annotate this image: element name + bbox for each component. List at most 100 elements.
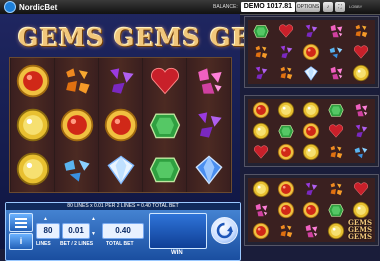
yellow-round-gem-icon xyxy=(11,147,54,191)
pink-pieces-gem-icon xyxy=(187,59,230,103)
yellow-round-gem-icon xyxy=(248,120,273,141)
reel-5 xyxy=(187,58,230,192)
blue-pieces-gem-icon xyxy=(348,141,373,162)
purple-pieces-gem-icon xyxy=(273,41,298,62)
bet-info-text: 80 LINES x 0.01 PER 2 LINES = 0.40 TOTAL… xyxy=(6,203,240,210)
orange-pieces-gem-icon xyxy=(273,220,298,241)
red-round-gem-icon xyxy=(273,199,298,220)
orange-pieces-gem-icon xyxy=(248,41,273,62)
orange-pieces-gem-icon xyxy=(348,20,373,41)
red-round-gem-icon xyxy=(298,41,323,62)
orange-pieces-gem-icon xyxy=(273,62,298,83)
red-heart-gem-icon xyxy=(273,20,298,41)
menu-button[interactable] xyxy=(9,213,33,232)
game-title: GEMS GEMS GEMS xyxy=(18,23,297,52)
reel-1 xyxy=(11,58,54,192)
balance-value: DEMO 1017.81 xyxy=(240,2,295,12)
red-round-gem-icon xyxy=(55,103,98,147)
info-button[interactable]: i xyxy=(9,233,33,250)
orange-pieces-gem-icon xyxy=(323,141,348,162)
game-thumbnail-3[interactable]: GEMS GEMS GEMS xyxy=(244,174,379,246)
red-round-gem-icon xyxy=(248,99,273,120)
purple-pieces-gem-icon xyxy=(187,103,230,147)
fullscreen-icon[interactable]: ⛶ xyxy=(335,2,345,12)
red-heart-gem-icon xyxy=(348,178,373,199)
win-display xyxy=(149,213,207,249)
red-round-gem-icon xyxy=(298,199,323,220)
pink-pieces-gem-icon xyxy=(323,62,348,83)
thumbnail-grid xyxy=(248,99,375,163)
red-heart-gem-icon xyxy=(348,41,373,62)
red-round-gem-icon xyxy=(298,120,323,141)
pink-pieces-gem-icon xyxy=(323,20,348,41)
spin-button[interactable] xyxy=(211,217,238,244)
red-heart-gem-icon xyxy=(248,141,273,162)
bet-field: 0.01 xyxy=(62,223,90,239)
bet-up-arrow-icon[interactable]: ▲ xyxy=(90,216,97,222)
lines-label: LINES xyxy=(36,241,51,247)
thumbnail-logo: GEMS GEMS GEMS xyxy=(347,218,373,241)
white-diamond-gem-icon xyxy=(298,62,323,83)
win-label: WIN xyxy=(171,250,183,256)
yellow-round-gem-icon xyxy=(273,99,298,120)
reel-4 xyxy=(143,58,186,192)
pink-pieces-gem-icon xyxy=(298,220,323,241)
brand-name: NordicBet xyxy=(19,2,58,12)
yellow-round-gem-icon xyxy=(348,199,373,220)
red-round-gem-icon xyxy=(273,178,298,199)
red-round-gem-icon xyxy=(99,103,142,147)
game-area: GEMS GEMS GEMS 80 LINES x 0.01 PER 2 LIN… xyxy=(0,14,297,261)
purple-pieces-gem-icon xyxy=(298,178,323,199)
pink-pieces-gem-icon xyxy=(248,199,273,220)
thumbnail-grid xyxy=(248,20,375,84)
bet-down-arrow-icon[interactable]: ▼ xyxy=(90,231,97,237)
options-button[interactable]: OPTIONS xyxy=(296,2,320,12)
game-thumbnail-2[interactable] xyxy=(244,95,379,167)
game-thumbnail-1[interactable] xyxy=(244,16,379,88)
lines-field: 80 xyxy=(36,223,60,239)
purple-pieces-gem-icon xyxy=(298,20,323,41)
red-heart-gem-icon xyxy=(323,120,348,141)
green-emerald-gem-icon xyxy=(323,199,348,220)
purple-pieces-gem-icon xyxy=(248,62,273,83)
balance-label: BALANCE: xyxy=(213,4,238,10)
lines-up-arrow-icon[interactable]: ▲ xyxy=(42,216,49,222)
red-round-gem-icon xyxy=(11,59,54,103)
purple-pieces-gem-icon xyxy=(348,120,373,141)
green-emerald-gem-icon xyxy=(143,103,186,147)
pink-pieces-gem-icon xyxy=(348,99,373,120)
control-panel: 80 LINES x 0.01 PER 2 LINES = 0.40 TOTAL… xyxy=(5,202,241,261)
yellow-round-gem-icon xyxy=(298,141,323,162)
red-round-gem-icon xyxy=(273,141,298,162)
spin-icon xyxy=(216,222,233,239)
red-round-gem-icon xyxy=(248,220,273,241)
top-bar: NordicBet BALANCE: DEMO 1017.81 OPTIONS … xyxy=(0,0,380,15)
blue-pieces-gem-icon xyxy=(55,147,98,191)
yellow-round-gem-icon xyxy=(298,99,323,120)
reel-3 xyxy=(99,58,142,192)
purple-pieces-gem-icon xyxy=(99,59,142,103)
balance-display: BALANCE: DEMO 1017.81 xyxy=(213,2,295,12)
bet-label: BET / 2 LINES xyxy=(60,241,94,247)
blue-pieces-gem-icon xyxy=(323,41,348,62)
reel-2 xyxy=(55,58,98,192)
total-bet-field: 0.40 xyxy=(102,223,144,239)
green-emerald-gem-icon xyxy=(248,20,273,41)
yellow-round-gem-icon xyxy=(248,178,273,199)
blue-diamond-gem-icon xyxy=(187,147,230,191)
brand-logo[interactable]: NordicBet xyxy=(4,1,57,13)
brand-icon xyxy=(4,1,16,13)
lobby-link[interactable]: LOBBY xyxy=(349,4,362,9)
orange-pieces-gem-icon xyxy=(323,178,348,199)
green-emerald-gem-icon xyxy=(273,120,298,141)
reel-window xyxy=(9,57,232,193)
red-heart-gem-icon xyxy=(143,59,186,103)
yellow-round-gem-icon xyxy=(348,62,373,83)
yellow-round-gem-icon xyxy=(11,103,54,147)
white-diamond-gem-icon xyxy=(99,147,142,191)
total-bet-label: TOTAL BET xyxy=(106,241,134,247)
orange-pieces-gem-icon xyxy=(55,59,98,103)
sound-icon[interactable]: ♪ xyxy=(323,2,333,12)
green-emerald-gem-icon xyxy=(323,99,348,120)
green-emerald-gem-icon xyxy=(143,147,186,191)
